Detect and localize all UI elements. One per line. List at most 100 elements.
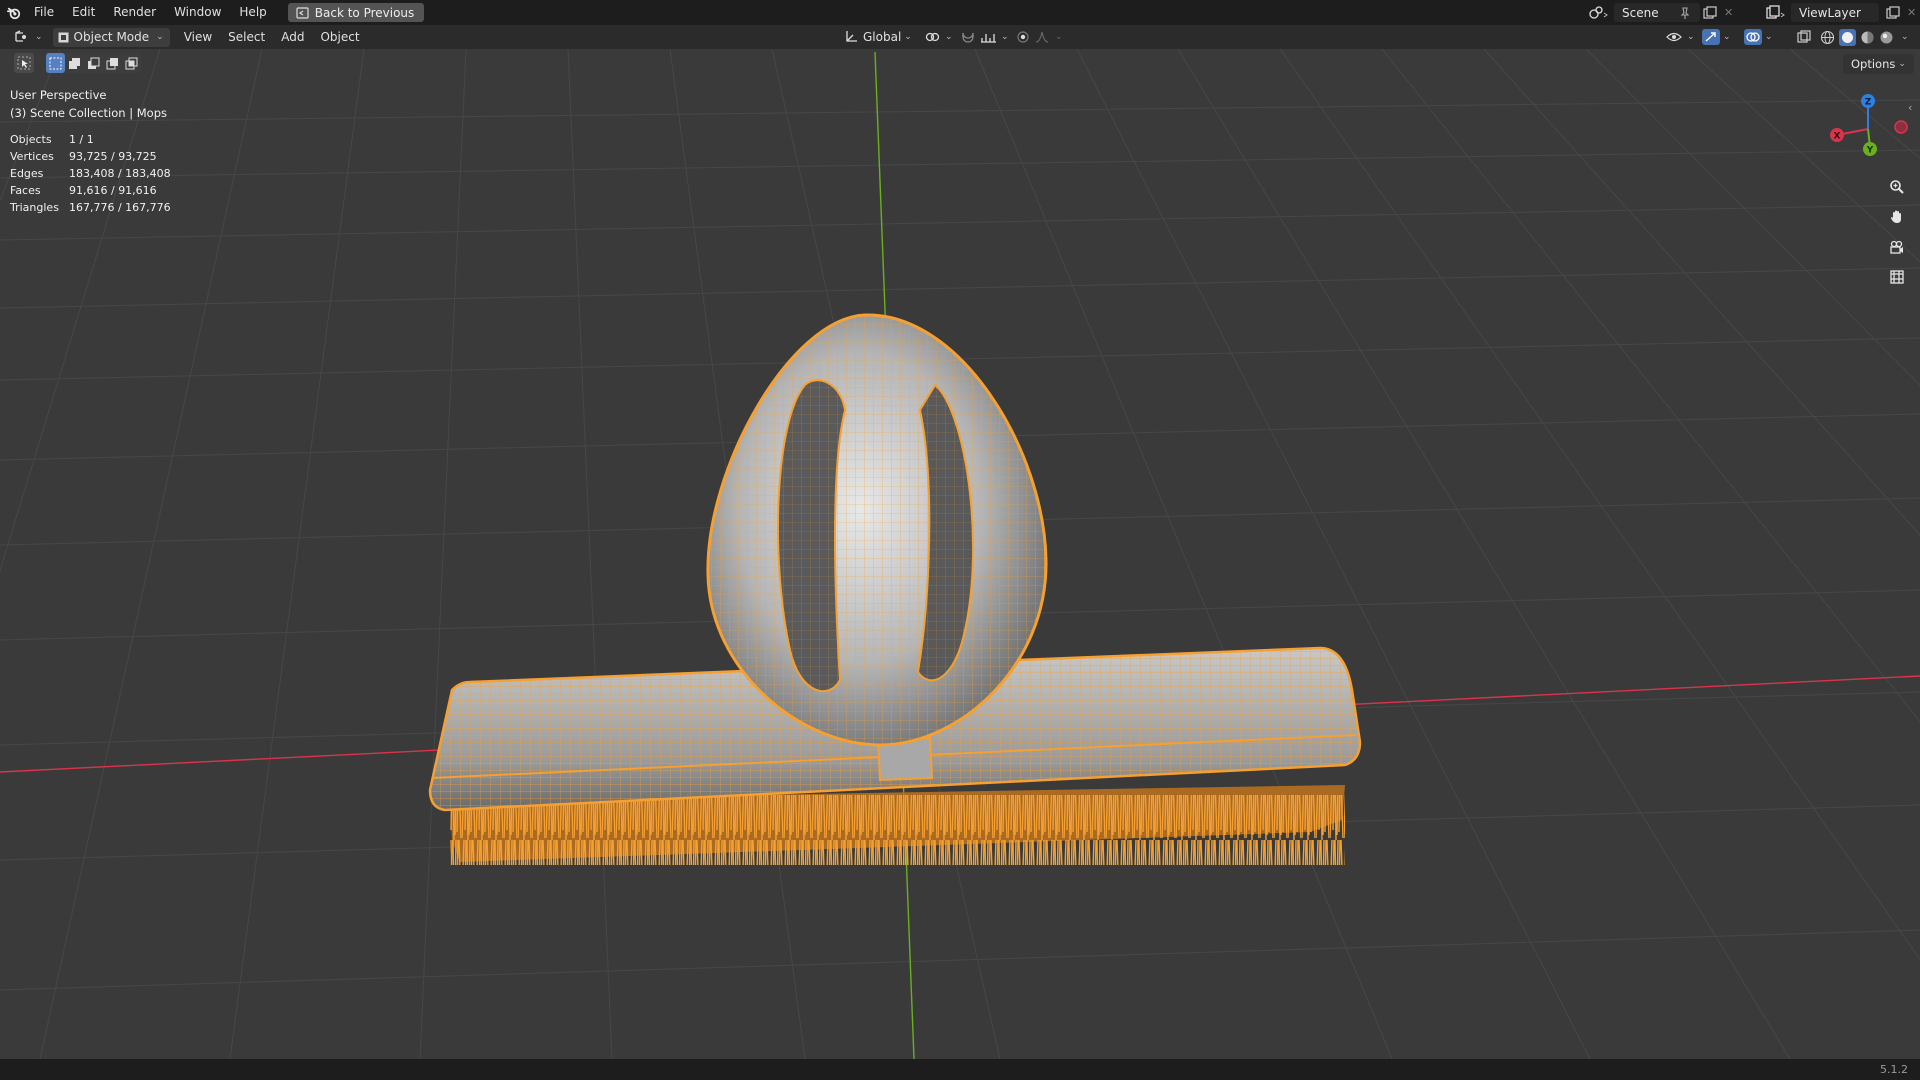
new-view-layer-icon[interactable] [1885, 5, 1901, 20]
3d-viewport-icon [15, 30, 26, 42]
visibility-selectability-dropdown[interactable]: ⌄ [1660, 28, 1701, 47]
options-dropdown[interactable]: Options ⌄ [1843, 54, 1914, 74]
stat-label: Objects [10, 133, 52, 146]
pivot-link-icon [925, 32, 940, 42]
pin-icon[interactable] [1678, 6, 1692, 20]
camera-view-button[interactable] [1884, 234, 1910, 260]
perspective-label: User Perspective [10, 88, 107, 102]
snap-increment-icon [981, 34, 996, 43]
collection-label: (3) Scene Collection | Mops [10, 106, 167, 120]
back-to-previous-button[interactable]: Back to Previous [287, 3, 425, 22]
stat-value: 91,616 / 91,616 [69, 184, 157, 197]
wireframe-shading-icon[interactable] [1820, 30, 1835, 45]
select-subtract-icon [88, 57, 100, 69]
snap-magnet-icon [962, 32, 974, 43]
select-intersect-button[interactable] [122, 53, 141, 73]
version-label: 5.1.2 [1880, 1063, 1908, 1076]
editor-type-button[interactable]: ⌄ [8, 28, 49, 47]
select-extend-icon [69, 57, 80, 69]
mode-dropdown[interactable]: Object Mode ⌄ [52, 27, 170, 47]
rendered-shading-icon[interactable] [1879, 30, 1894, 45]
select-new-button[interactable] [46, 53, 65, 73]
stat-label: Triangles [10, 201, 59, 214]
select-tool-button[interactable] [14, 53, 34, 73]
chevron-down-icon: ⌄ [904, 32, 912, 42]
overlays-icon [1744, 29, 1762, 45]
chevron-down-icon: ⌄ [1001, 32, 1009, 42]
shading-mode-group[interactable]: ⌄ [1814, 28, 1915, 47]
screen-back-icon [296, 6, 309, 19]
scene-name: Scene [1622, 5, 1659, 20]
view-layer-selector[interactable]: ViewLayer ✕ [1765, 3, 1916, 22]
negative-x-handle[interactable] [1894, 120, 1908, 134]
overlays-toggle[interactable]: ⌄ [1738, 28, 1779, 47]
select-invert-icon [106, 57, 118, 69]
scene-statistics: Objects 1 / 1 Vertices 93,725 / 93,725 E… [10, 131, 171, 216]
chevron-down-icon: ⌄ [156, 32, 164, 42]
viewport-header: ⌄ Object Mode ⌄ View Select Add Object G… [0, 25, 1920, 49]
remove-view-layer-icon[interactable]: ✕ [1907, 6, 1916, 19]
view-layer-name: ViewLayer [1799, 5, 1861, 20]
menu-help[interactable]: Help [230, 0, 275, 25]
select-invert-button[interactable] [103, 53, 122, 73]
mop-object[interactable] [428, 313, 1362, 865]
z-axis-label: Z [1865, 98, 1872, 108]
chevron-down-icon: ⌄ [1765, 32, 1773, 42]
scene-selector[interactable]: Scene ✕ [1588, 3, 1733, 22]
select-extend-button[interactable] [65, 53, 84, 73]
navigation-gizmo[interactable]: Z X Y [1825, 91, 1915, 161]
3d-viewport[interactable]: User Perspective (3) Scene Collection | … [0, 49, 1920, 1059]
chevron-down-icon: ⌄ [945, 32, 953, 42]
solid-shading-icon[interactable] [1839, 28, 1856, 46]
top-bar: File Edit Render Window Help Back to Pre… [0, 0, 1920, 25]
menu-render[interactable]: Render [104, 0, 165, 25]
gizmo-toggle[interactable]: ⌄ [1696, 28, 1737, 47]
remove-scene-icon[interactable]: ✕ [1724, 6, 1733, 19]
orientation-global-icon [846, 31, 857, 42]
menu-window[interactable]: Window [165, 0, 230, 25]
new-scene-icon[interactable] [1702, 5, 1718, 20]
toggle-ortho-button[interactable] [1884, 264, 1910, 290]
stat-row-faces: Faces 91,616 / 91,616 [10, 182, 171, 199]
pan-button[interactable] [1884, 204, 1910, 230]
viewport-info: User Perspective (3) Scene Collection | … [10, 86, 167, 122]
cursor-select-icon [17, 56, 31, 70]
chevron-down-icon: ⌄ [1901, 32, 1909, 42]
zoom-magnifier-icon [1890, 180, 1904, 194]
menu-select[interactable]: Select [222, 28, 271, 47]
proportional-edit-icon [1017, 31, 1029, 43]
object-mode-icon [58, 32, 69, 42]
menu-add[interactable]: Add [275, 28, 310, 47]
stat-label: Vertices [10, 150, 54, 163]
stat-value: 1 / 1 [69, 133, 94, 146]
menu-object[interactable]: Object [314, 28, 365, 47]
chevron-down-icon: ⌄ [1055, 32, 1063, 42]
stat-row-edges: Edges 183,408 / 183,408 [10, 165, 171, 182]
status-bar: 5.1.2 [0, 1059, 1920, 1080]
visibility-icon [1666, 32, 1682, 42]
stat-row-triangles: Triangles 167,776 / 167,776 [10, 199, 171, 216]
select-intersect-icon [125, 57, 138, 69]
material-preview-icon[interactable] [1860, 30, 1875, 45]
transform-orientation-label: Global [863, 30, 902, 44]
menu-view[interactable]: View [178, 28, 218, 47]
x-axis-label: X [1834, 132, 1841, 142]
y-axis-label: Y [1866, 146, 1874, 156]
pivot-point-dropdown[interactable]: ⌄ [918, 28, 959, 47]
back-to-previous-label: Back to Previous [314, 5, 415, 20]
menu-edit[interactable]: Edit [63, 0, 104, 25]
select-subtract-button[interactable] [84, 53, 103, 73]
zoom-button[interactable] [1884, 174, 1910, 200]
chevron-down-icon: ⌄ [1723, 32, 1731, 42]
proportional-editing-group[interactable]: ⌄ [1010, 28, 1069, 47]
stat-row-objects: Objects 1 / 1 [10, 131, 171, 148]
transform-orientation-dropdown[interactable]: Global ⌄ [838, 28, 918, 47]
falloff-curve-icon [1035, 31, 1049, 43]
stat-row-vertices: Vertices 93,725 / 93,725 [10, 148, 171, 165]
chevron-down-icon: ⌄ [1687, 32, 1695, 42]
mode-label: Object Mode [73, 30, 150, 44]
xray-icon [1797, 30, 1811, 43]
blender-logo-icon[interactable] [7, 6, 21, 20]
menu-file[interactable]: File [25, 0, 63, 25]
snap-group[interactable]: ⌄ [954, 28, 1015, 47]
